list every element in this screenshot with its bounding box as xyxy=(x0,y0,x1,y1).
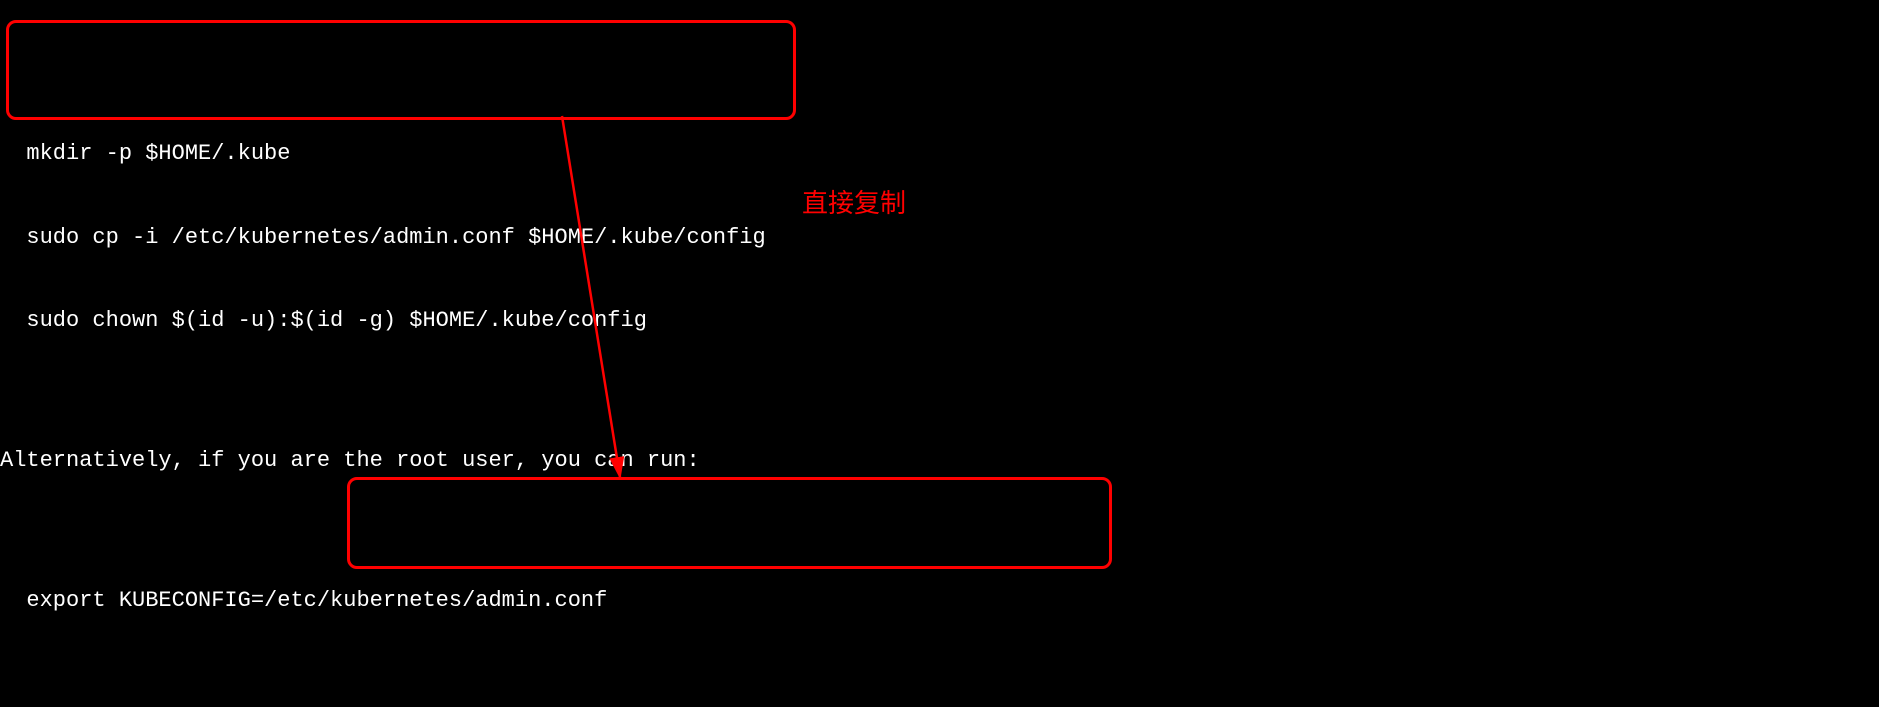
terminal-line: export KUBECONFIG=/etc/kubernetes/admin.… xyxy=(0,587,1879,615)
terminal-line: sudo cp -i /etc/kubernetes/admin.conf $H… xyxy=(0,224,1879,252)
annotation-label: 直接复制 xyxy=(802,187,906,220)
terminal-line: sudo chown $(id -u):$(id -g) $HOME/.kube… xyxy=(0,307,1879,335)
terminal-line: mkdir -p $HOME/.kube xyxy=(0,140,1879,168)
terminal-content[interactable]: mkdir -p $HOME/.kube sudo cp -i /etc/kub… xyxy=(0,56,1879,707)
terminal-line: Alternatively, if you are the root user,… xyxy=(0,447,1879,475)
terminal-window[interactable]: mkdir -p $HOME/.kube sudo cp -i /etc/kub… xyxy=(0,0,1879,707)
